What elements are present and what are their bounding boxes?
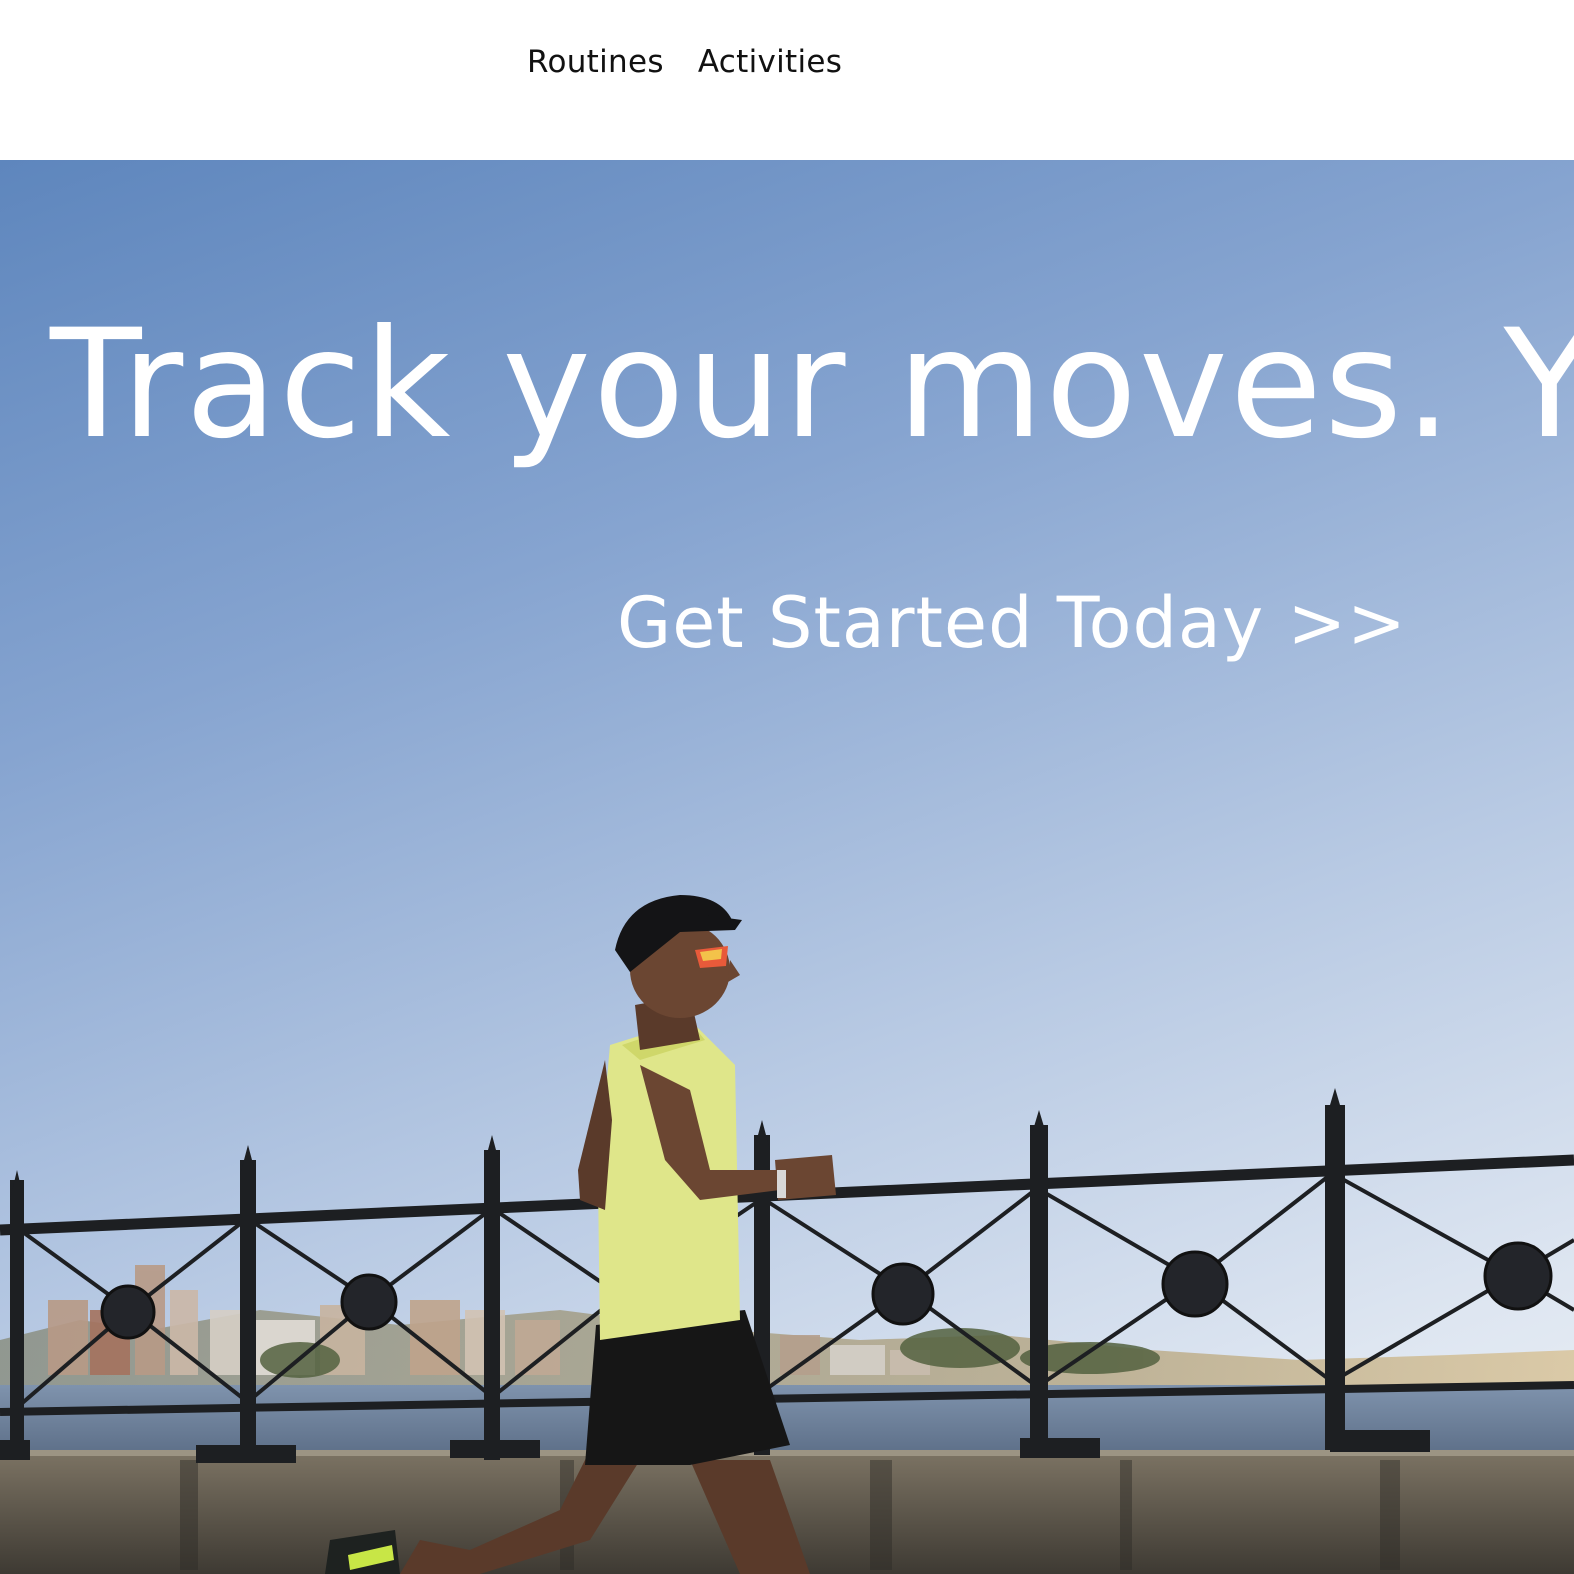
nav-item-routines[interactable]: Routines (527, 44, 664, 80)
site-header: Routines Activities (0, 0, 1574, 160)
get-started-link[interactable]: Get Started Today >> (617, 588, 1407, 658)
page: Routines Activities Track your moves. Y … (0, 0, 1574, 1574)
hero-section: Track your moves. Your Get Started Today… (0, 160, 1574, 1574)
main-nav: Routines Activities (527, 44, 842, 80)
hero-headline: Track your moves. Your (50, 298, 1574, 472)
nav-item-activities[interactable]: Activities (698, 44, 842, 80)
